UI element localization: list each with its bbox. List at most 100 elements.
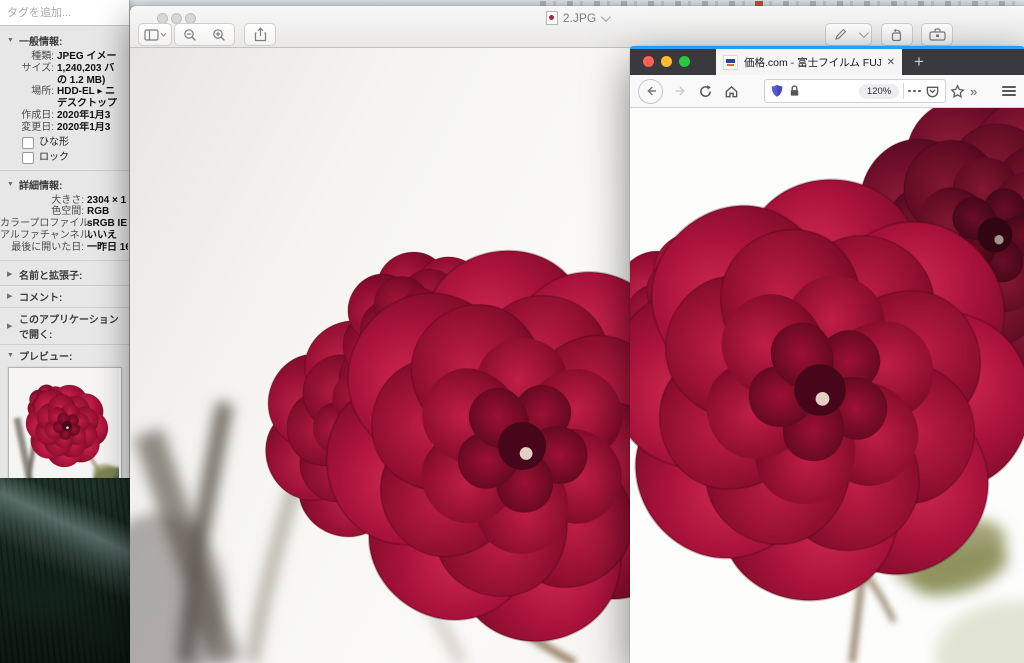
section-title: 名前と拡張子: bbox=[19, 270, 83, 282]
finder-get-info-panel: ▼ 一般情報: 種類: JPEG イメー サイズ: 1,240,203 バ の … bbox=[0, 0, 130, 478]
section-title: 一般情報: bbox=[19, 37, 63, 48]
reload-button[interactable] bbox=[692, 78, 718, 104]
share-button[interactable] bbox=[244, 23, 276, 46]
info-value: の 1.2 MB) bbox=[57, 74, 106, 86]
divider bbox=[903, 83, 905, 99]
info-row: アルファチャンネル: いいえ bbox=[0, 230, 129, 242]
overflow-menu-icon[interactable]: » bbox=[970, 84, 977, 99]
tab-close-icon[interactable]: ✕ bbox=[887, 57, 895, 68]
info-value: 2020年1月3 bbox=[57, 121, 111, 133]
info-label: 色空間: bbox=[51, 206, 84, 218]
page-actions-icon[interactable] bbox=[908, 89, 921, 93]
disclosure-closed-icon[interactable]: ▶ bbox=[7, 292, 15, 300]
kakaku-favicon bbox=[723, 54, 738, 70]
minimize-window-button[interactable] bbox=[661, 56, 672, 67]
chevron-down-icon bbox=[858, 28, 869, 39]
zoom-in-button[interactable] bbox=[204, 23, 235, 46]
back-button[interactable] bbox=[638, 78, 663, 104]
new-tab-button[interactable]: + bbox=[914, 52, 924, 72]
browser-viewport bbox=[630, 108, 1024, 663]
info-value: sRGB IE bbox=[87, 218, 128, 230]
checkbox-label: ロック bbox=[39, 151, 69, 163]
close-window-button[interactable] bbox=[643, 56, 654, 67]
divider bbox=[0, 169, 129, 171]
lock-icon[interactable] bbox=[788, 84, 801, 98]
forward-arrow-icon bbox=[675, 86, 685, 96]
info-row: デスクトップ bbox=[0, 98, 129, 110]
info-row: 作成日: 2020年1月3 bbox=[0, 110, 129, 122]
browser-tab-active[interactable]: 価格.com - 富士フイルム FUJIFIL ✕ bbox=[716, 49, 902, 75]
info-row: 最後に開いた日: 一昨日 16 bbox=[0, 242, 129, 254]
info-value: 一昨日 16 bbox=[87, 241, 128, 253]
tracking-protection-shield-icon[interactable] bbox=[770, 83, 784, 99]
divider bbox=[0, 284, 129, 286]
forward-button[interactable] bbox=[666, 78, 692, 104]
home-icon bbox=[725, 85, 737, 97]
tag-input[interactable] bbox=[0, 0, 129, 26]
info-row: 色空間: RGB bbox=[0, 206, 129, 218]
info-value: デスクトップ bbox=[57, 98, 117, 110]
section-general-info[interactable]: ▼ 一般情報: bbox=[0, 33, 129, 48]
sidebar-toggle-button[interactable] bbox=[138, 23, 172, 46]
browser-navigation-bar: 120% » bbox=[630, 75, 1024, 108]
markup-dropdown-button[interactable] bbox=[853, 23, 872, 46]
stationery-pad-row: ひな形 bbox=[22, 136, 129, 149]
info-label bbox=[0, 75, 54, 87]
sidebar-icon bbox=[144, 28, 166, 41]
info-label: サイズ: bbox=[21, 62, 54, 74]
info-row: 場所: HDD-EL ▸ ニ bbox=[0, 86, 129, 98]
rotate-button[interactable] bbox=[881, 23, 913, 46]
webpage-rose-photo bbox=[630, 108, 1024, 663]
info-row: 種類: JPEG イメー bbox=[0, 51, 129, 63]
locked-row: ロック bbox=[22, 151, 129, 164]
disclosure-open-icon[interactable]: ▼ bbox=[7, 352, 15, 359]
zoom-out-button[interactable] bbox=[174, 23, 206, 46]
info-label: 場所: bbox=[31, 86, 54, 98]
home-button[interactable] bbox=[718, 78, 744, 104]
markup-pencil-button[interactable] bbox=[825, 23, 855, 46]
disclosure-closed-icon[interactable]: ▶ bbox=[7, 322, 15, 330]
file-preview-thumbnail bbox=[7, 366, 129, 478]
markup-toolbox-button[interactable] bbox=[921, 23, 953, 46]
section-comments[interactable]: ▶ コメント: bbox=[0, 289, 129, 304]
info-value: 2020年1月3 bbox=[57, 109, 111, 121]
info-value: いいえ bbox=[87, 229, 117, 241]
disclosure-open-icon[interactable]: ▼ bbox=[7, 37, 15, 44]
star-icon bbox=[949, 83, 965, 98]
info-label: 変更日: bbox=[21, 121, 54, 133]
info-label: 大きさ: bbox=[51, 194, 84, 206]
section-preview[interactable]: ▼ プレビュー: bbox=[0, 348, 129, 363]
browser-tab-bar: 価格.com - 富士フイルム FUJIFIL ✕ + bbox=[630, 49, 1024, 75]
info-row: サイズ: 1,240,203 バ bbox=[0, 63, 129, 75]
section-more-info[interactable]: ▼ 詳細情報: bbox=[0, 177, 129, 192]
section-open-with[interactable]: ▶ このアプリケーションで開く: bbox=[0, 311, 129, 341]
info-label bbox=[0, 98, 54, 110]
info-value: 2304 × 1 bbox=[87, 194, 127, 206]
zoom-window-button[interactable] bbox=[679, 56, 690, 67]
info-row: 変更日: 2020年1月3 bbox=[0, 122, 129, 134]
checkbox-icon[interactable] bbox=[22, 151, 34, 164]
thumbnail-rose-image bbox=[8, 367, 129, 478]
section-name-extension[interactable]: ▶ 名前と拡張子: bbox=[0, 267, 129, 282]
title-chevron-icon[interactable] bbox=[601, 11, 612, 22]
document-proxy-icon[interactable] bbox=[545, 11, 558, 25]
checkbox-label: ひな形 bbox=[39, 136, 69, 148]
info-label: アルファチャンネル: bbox=[0, 229, 93, 241]
reload-icon bbox=[699, 84, 711, 97]
info-row: カラープロファイル: sRGB IE bbox=[0, 218, 129, 230]
info-value: 1,240,203 バ bbox=[57, 62, 115, 74]
disclosure-open-icon[interactable]: ▼ bbox=[7, 181, 15, 188]
pocket-icon[interactable] bbox=[925, 84, 940, 99]
disclosure-closed-icon[interactable]: ▶ bbox=[7, 270, 15, 278]
info-value: JPEG イメー bbox=[57, 51, 117, 62]
page-zoom-badge[interactable]: 120% bbox=[858, 83, 900, 99]
divider bbox=[0, 343, 129, 345]
info-label: 種類: bbox=[31, 51, 54, 62]
share-icon bbox=[254, 27, 266, 42]
bookmark-star-button[interactable] bbox=[946, 78, 968, 104]
zoom-out-icon bbox=[184, 28, 196, 41]
url-bar[interactable]: 120% bbox=[764, 79, 946, 103]
checkbox-icon[interactable] bbox=[22, 136, 34, 149]
hamburger-menu-button[interactable] bbox=[1002, 86, 1016, 96]
info-row: 大きさ: 2304 × 1 bbox=[0, 195, 129, 207]
